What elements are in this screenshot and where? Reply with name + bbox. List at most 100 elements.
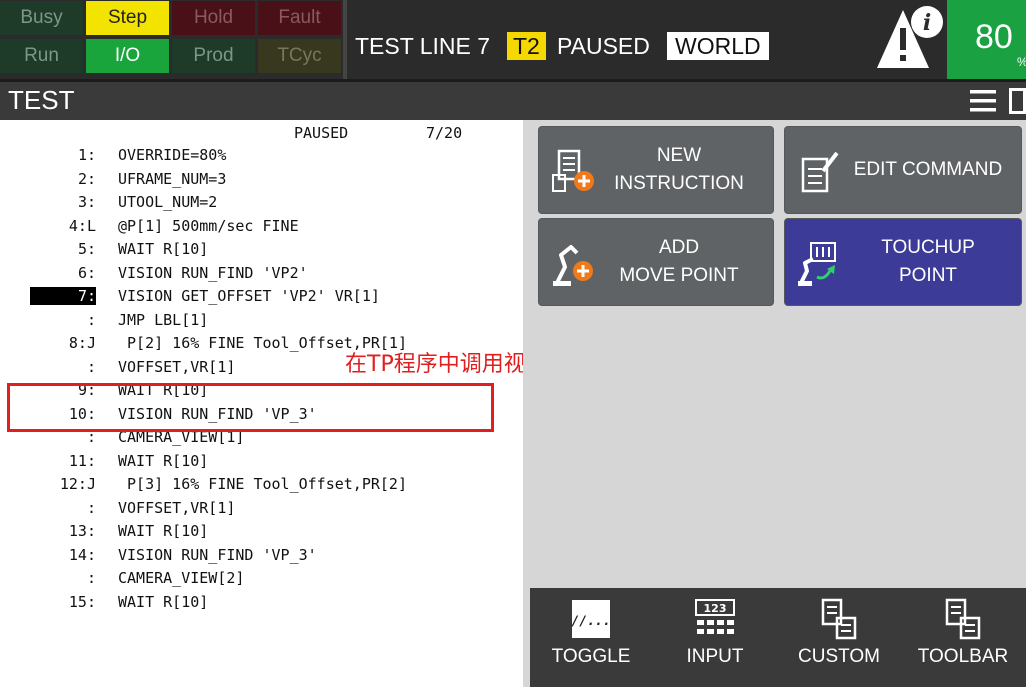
toggle-comment-icon: //... <box>571 600 611 638</box>
custom-label: CUSTOM <box>798 646 880 667</box>
line-command: CAMERA_VIEW[2] <box>118 569 245 587</box>
line-number: 2: <box>77 169 96 188</box>
alert-info-icon[interactable]: i <box>873 2 945 74</box>
line-number: 9: <box>77 381 96 399</box>
program-line[interactable]: 12:J P[3] 16% FINE Tool_Offset,PR[2] <box>30 475 510 497</box>
program-line[interactable]: : JMP LBL[1] <box>30 311 510 333</box>
program-line[interactable]: 2: UFRAME_NUM=3 <box>30 170 510 192</box>
touchup-point-button[interactable]: TOUCHUP POINT <box>784 218 1022 306</box>
page-title: TEST <box>8 85 75 115</box>
line-command: VOFFSET,VR[1] <box>118 498 236 517</box>
led-step: Step <box>86 1 169 35</box>
new-instruction-label: NEW INSTRUCTION <box>614 145 744 194</box>
touchup-point-label: TOUCHUP POINT <box>881 237 975 286</box>
program-line[interactable]: 7: VISION GET_OFFSET 'VP2' VR[1] <box>30 287 510 309</box>
program-state: PAUSED <box>294 124 349 142</box>
program-line[interactable]: 14: VISION RUN_FIND 'VP_3' <box>30 546 510 568</box>
program-line[interactable]: 15: WAIT R[10] <box>30 593 510 615</box>
edit-command-button[interactable]: EDIT COMMAND <box>784 126 1022 214</box>
line-command: WAIT R[10] <box>118 592 209 611</box>
program-line[interactable]: 13: WAIT R[10] <box>30 522 510 544</box>
line-number: 12:J <box>59 475 96 493</box>
line-command: VISION RUN_FIND 'VP2' <box>118 263 308 282</box>
line-number: 15: <box>68 592 96 611</box>
line-number: 1: <box>77 146 96 164</box>
program-line[interactable]: : VOFFSET,VR[1] <box>30 499 510 521</box>
program-line[interactable]: 10: VISION RUN_FIND 'VP_3' <box>30 405 510 427</box>
toolbar-button[interactable]: TOOLBAR <box>905 588 1021 687</box>
toggle-icon-text: //... <box>571 614 610 629</box>
led-io: I/O <box>86 39 169 73</box>
input-button[interactable]: 123 INPUT <box>657 588 773 687</box>
led-hold: Hold <box>172 1 255 35</box>
line-number: 13: <box>68 522 96 540</box>
line-command: JMP LBL[1] <box>118 310 209 329</box>
edit-command-label: EDIT COMMAND <box>853 159 1003 180</box>
split-screen-icon[interactable] <box>1009 88 1026 114</box>
add-move-point-label: ADD MOVE POINT <box>619 237 739 286</box>
status-frame-badge: WORLD <box>667 32 769 60</box>
line-number: 3: <box>77 193 96 211</box>
new-instruction-button[interactable]: NEW INSTRUCTION <box>538 126 774 214</box>
toolbar-label: TOOLBAR <box>917 646 1009 667</box>
program-line[interactable]: 6: VISION RUN_FIND 'VP2' <box>30 264 510 286</box>
override-indicator[interactable]: 80 % <box>947 0 1026 79</box>
svg-text:i: i <box>923 10 931 36</box>
line-command: WAIT R[10] <box>118 240 209 258</box>
line-command: UTOOL_NUM=2 <box>118 193 218 211</box>
override-value: 80 <box>975 18 1013 56</box>
led-run: Run <box>0 39 83 73</box>
custom-list-icon <box>821 598 857 640</box>
line-command: CAMERA_VIEW[1] <box>118 428 245 446</box>
led-tcyc: TCyc <box>258 39 341 73</box>
line-number: 5: <box>77 240 96 258</box>
led-fault: Fault <box>258 1 341 35</box>
toolbar-list-icon <box>945 598 981 640</box>
status-state: PAUSED <box>557 33 650 59</box>
custom-button[interactable]: CUSTOM <box>781 588 897 687</box>
line-command: WAIT R[10] <box>118 451 209 470</box>
program-line[interactable]: : CAMERA_VIEW[2] <box>30 569 510 591</box>
program-line[interactable]: 9: WAIT R[10] <box>30 381 510 403</box>
line-number: 10: <box>68 404 96 423</box>
line-number: : <box>86 428 96 446</box>
led-busy: Busy <box>0 1 83 35</box>
line-command: @P[1] 500mm/sec FINE <box>118 216 299 235</box>
bottom-toolbar: //... TOGGLE 123 INPUT CUSTOM TOOLBAR <box>530 588 1026 687</box>
toggle-button[interactable]: //... TOGGLE <box>533 588 649 687</box>
status-line[interactable]: TEST LINE 7 T2 PAUSED WORLD <box>343 0 849 79</box>
line-number: : <box>86 498 96 517</box>
line-command: VOFFSET,VR[1] <box>118 357 236 376</box>
line-number: 8:J <box>68 334 96 352</box>
line-command: VISION RUN_FIND 'VP_3' <box>118 404 317 423</box>
line-number: : <box>86 569 96 587</box>
line-command: WAIT R[10] <box>118 522 209 540</box>
line-number: : <box>86 310 96 329</box>
title-bar: TEST <box>0 82 1026 120</box>
program-line[interactable]: 5: WAIT R[10] <box>30 240 510 262</box>
program-listing[interactable]: PAUSED 7/20 1: OVERRIDE=80% 2: UFRAME_NUM=3… <box>0 120 523 687</box>
line-command: UFRAME_NUM=3 <box>118 169 227 188</box>
program-line[interactable]: 11: WAIT R[10] <box>30 452 510 474</box>
line-command: P[3] 16% FINE Tool_Offset,PR[2] <box>118 475 407 493</box>
touchup-robot-icon <box>798 242 836 286</box>
input-label: INPUT <box>686 646 744 667</box>
override-unit: % <box>1017 55 1026 69</box>
led-prod: Prod <box>172 39 255 73</box>
keypad-icon: 123 <box>695 599 735 634</box>
program-line[interactable]: 3: UTOOL_NUM=2 <box>30 193 510 215</box>
line-command: VISION RUN_FIND 'VP_3' <box>118 545 317 564</box>
program-line[interactable]: 4:L @P[1] 500mm/sec FINE <box>30 217 510 239</box>
status-bar: Busy Step Hold Fault Run I/O Prod TCyc T… <box>0 0 1026 79</box>
line-command: VISION GET_OFFSET 'VP2' VR[1] <box>118 287 380 305</box>
line-number: : <box>86 357 96 376</box>
line-number: 6: <box>77 263 96 282</box>
status-program: TEST LINE 7 <box>355 33 491 59</box>
line-number: 7: <box>30 287 96 305</box>
edit-command-icon <box>801 151 839 193</box>
program-line[interactable]: 1: OVERRIDE=80% <box>30 146 510 168</box>
line-number: 14: <box>68 545 96 564</box>
menu-icon[interactable] <box>970 88 996 114</box>
program-line[interactable]: : CAMERA_VIEW[1] <box>30 428 510 450</box>
add-move-point-button[interactable]: ADD MOVE POINT <box>538 218 774 306</box>
